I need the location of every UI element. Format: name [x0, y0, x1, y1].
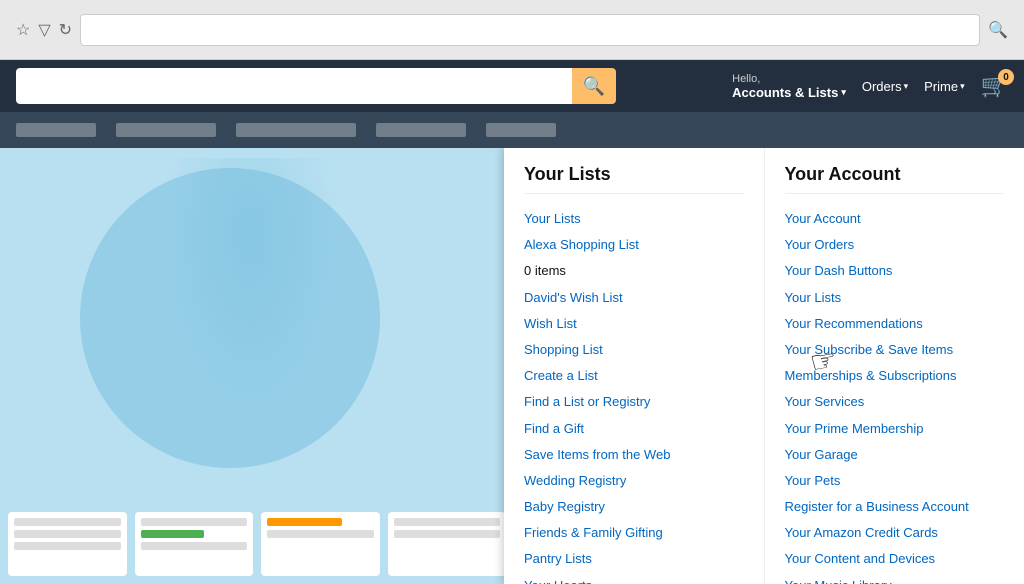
browser-nav-icons: ☆ ▽ ↻ — [16, 20, 72, 40]
account-item-business[interactable]: Register for a Business Account — [785, 494, 1005, 520]
search-browser-icon[interactable]: 🔍 — [988, 20, 1008, 40]
account-item-lists[interactable]: Your Lists — [785, 285, 1005, 311]
card-line-6 — [267, 530, 374, 538]
list-item-find-gift[interactable]: Find a Gift — [524, 416, 744, 442]
address-bar: ☆ ▽ ↻ 🔍 — [16, 14, 1008, 46]
list-item-pantry[interactable]: Pantry Lists — [524, 546, 744, 572]
account-item-memberships[interactable]: Memberships & Subscriptions — [785, 363, 1005, 389]
prime-caret: ▾ — [960, 81, 965, 92]
account-item-services[interactable]: Your Services — [785, 389, 1005, 415]
account-item-subscribe[interactable]: Your Subscribe & Save Items — [785, 337, 1005, 363]
figure-silhouette — [160, 158, 340, 418]
lists-column: Your Lists Your Lists Alexa Shopping Lis… — [504, 148, 765, 584]
amazon-nav — [0, 112, 1024, 148]
browser-chrome: ☆ ▽ ↻ 🔍 — [0, 0, 1024, 60]
dropdown-overlay: Your Lists Your Lists Alexa Shopping Lis… — [504, 148, 1024, 584]
account-item-content[interactable]: Your Content and Devices — [785, 546, 1005, 572]
list-item-wish[interactable]: Wish List — [524, 311, 744, 337]
account-item-prime[interactable]: Your Prime Membership — [785, 416, 1005, 442]
account-item-account[interactable]: Your Account — [785, 206, 1005, 232]
list-item-save[interactable]: Save Items from the Web — [524, 442, 744, 468]
orders-caret: ▾ — [904, 81, 909, 92]
nav-placeholder-1 — [16, 123, 96, 137]
nav-placeholder-2 — [116, 123, 216, 137]
account-item-dash[interactable]: Your Dash Buttons — [785, 258, 1005, 284]
refresh-icon[interactable]: ↻ — [59, 20, 72, 40]
search-input[interactable] — [16, 68, 572, 104]
account-item-music[interactable]: Your Music Library — [785, 573, 1005, 584]
card-line-8 — [394, 530, 501, 538]
main-area: Your Lists Your Lists Alexa Shopping Lis… — [0, 148, 1024, 584]
account-item-pets[interactable]: Your Pets — [785, 468, 1005, 494]
nav-placeholder-3 — [236, 123, 356, 137]
nav-right: Hello, Accounts & Lists ▾ Orders ▾ Prime… — [732, 73, 1008, 100]
accounts-link[interactable]: Accounts & Lists ▾ — [732, 85, 846, 100]
account-menu[interactable]: Hello, Accounts & Lists ▾ — [732, 73, 846, 100]
account-item-garage[interactable]: Your Garage — [785, 442, 1005, 468]
list-item-hearts[interactable]: Your Hearts — [524, 573, 744, 584]
card-2 — [135, 512, 254, 576]
search-container: 🔍 — [16, 68, 616, 104]
bottom-cards — [0, 504, 514, 584]
list-item-shopping[interactable]: Shopping List — [524, 337, 744, 363]
card-3 — [261, 512, 380, 576]
cart-icon[interactable]: 🛒 0 — [981, 73, 1008, 99]
account-item-credit[interactable]: Your Amazon Credit Cards — [785, 520, 1005, 546]
star-icon[interactable]: ☆ — [16, 20, 30, 40]
account-header: Your Account — [785, 164, 1005, 194]
list-item-baby[interactable]: Baby Registry — [524, 494, 744, 520]
list-item-find[interactable]: Find a List or Registry — [524, 389, 744, 415]
list-item-wedding[interactable]: Wedding Registry — [524, 468, 744, 494]
list-item-david[interactable]: David's Wish List — [524, 285, 744, 311]
card-line-3 — [14, 542, 121, 550]
amazon-search-bar: 🔍 Hello, Accounts & Lists ▾ Orders ▾ Pri… — [0, 60, 1024, 112]
card-line-7 — [394, 518, 501, 526]
prime-link[interactable]: Prime ▾ — [924, 79, 964, 94]
card-line-2 — [14, 530, 121, 538]
search-icon: 🔍 — [583, 76, 605, 97]
lists-header: Your Lists — [524, 164, 744, 194]
card-line-orange — [267, 518, 342, 526]
account-item-orders[interactable]: Your Orders — [785, 232, 1005, 258]
card-line-4 — [141, 518, 248, 526]
card-line-5 — [141, 542, 248, 550]
accounts-caret: ▾ — [841, 87, 846, 98]
list-item-0items[interactable]: 0 items — [524, 258, 744, 284]
card-line-green — [141, 530, 205, 538]
account-item-recommendations[interactable]: Your Recommendations — [785, 311, 1005, 337]
card-4 — [388, 512, 507, 576]
search-button[interactable]: 🔍 — [572, 68, 616, 104]
card-line-1 — [14, 518, 121, 526]
nav-placeholder-5 — [486, 123, 556, 137]
list-item-create[interactable]: Create a List — [524, 363, 744, 389]
list-item-your-lists[interactable]: Your Lists — [524, 206, 744, 232]
cart-badge: 0 — [998, 69, 1014, 85]
orders-link[interactable]: Orders ▾ — [862, 79, 908, 94]
list-item-friends[interactable]: Friends & Family Gifting — [524, 520, 744, 546]
list-item-alexa[interactable]: Alexa Shopping List — [524, 232, 744, 258]
dropdown-icon[interactable]: ▽ — [38, 20, 50, 40]
nav-placeholder-4 — [376, 123, 466, 137]
hello-text: Hello, — [732, 73, 846, 85]
card-1 — [8, 512, 127, 576]
url-input[interactable] — [80, 14, 980, 46]
account-column: Your Account Your Account Your Orders Yo… — [765, 148, 1024, 584]
